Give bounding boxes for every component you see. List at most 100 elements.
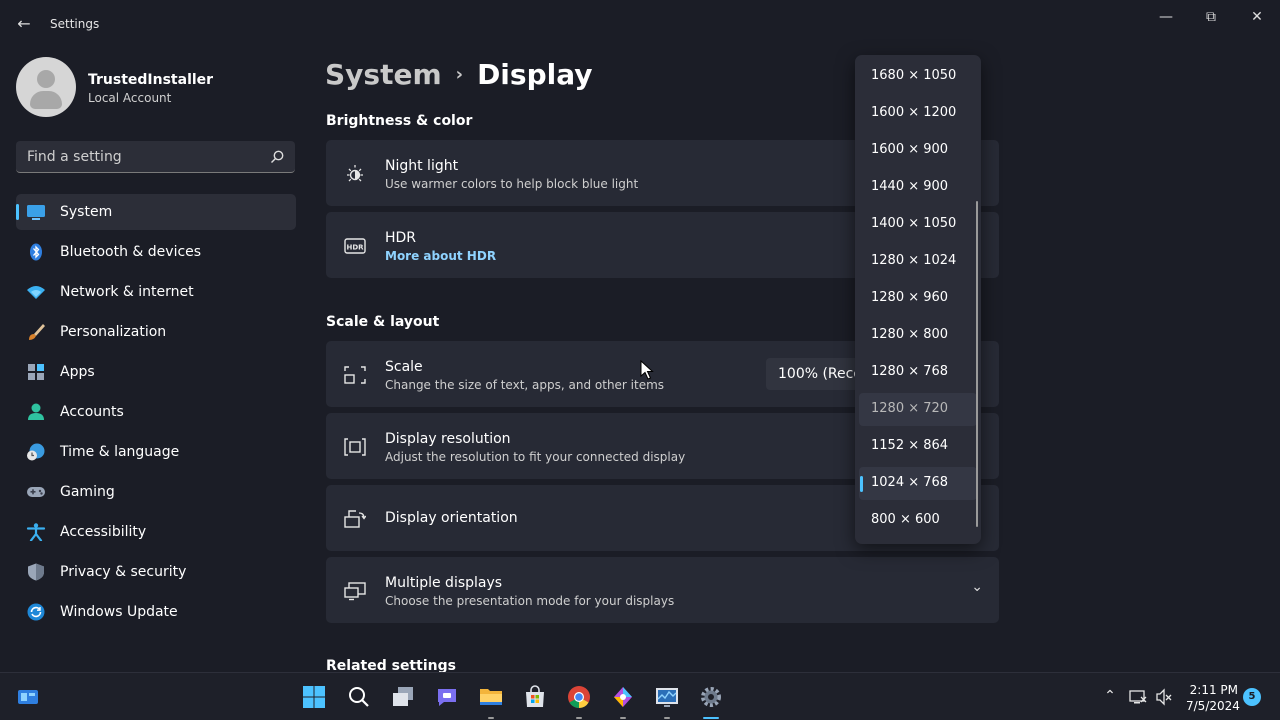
hdr-icon: HDR — [344, 238, 366, 254]
microsoft-store-icon[interactable] — [523, 685, 547, 709]
search-placeholder: Find a setting — [27, 149, 122, 165]
volume-muted-icon[interactable] — [1155, 688, 1173, 706]
sidebar-item-personalization[interactable]: Personalization — [16, 314, 296, 350]
notification-badge[interactable]: 5 — [1243, 688, 1261, 706]
running-indicator — [664, 717, 670, 719]
avatar-body — [30, 91, 62, 109]
scale-icon — [344, 366, 366, 384]
sidebar-item-label: Bluetooth & devices — [60, 244, 202, 260]
sidebar-item-time-language[interactable]: Time & language — [16, 434, 296, 470]
breadcrumb-system[interactable]: System — [325, 58, 442, 91]
resolution-option[interactable]: 800 × 600 — [859, 504, 977, 537]
multiple-displays-subtitle: Choose the presentation mode for your di… — [385, 594, 675, 608]
file-explorer-icon[interactable] — [479, 685, 503, 709]
sidebar-item-accounts[interactable]: Accounts — [16, 394, 296, 430]
close-button[interactable]: ✕ — [1234, 6, 1280, 28]
breadcrumb-chevron-icon: › — [455, 64, 464, 85]
multiple-displays-card[interactable]: Multiple displays Choose the presentatio… — [326, 557, 999, 623]
resolution-dropdown-list[interactable]: 1680 × 1050 1600 × 1200 1600 × 900 1440 … — [855, 55, 981, 544]
resolution-option-label: 1152 × 864 — [871, 438, 949, 453]
resolution-option[interactable]: 1152 × 864 — [859, 430, 977, 463]
sidebar-item-bluetooth[interactable]: Bluetooth & devices — [16, 234, 296, 270]
resolution-option[interactable]: 1600 × 1200 — [859, 97, 977, 130]
resolution-option-label: 1280 × 800 — [871, 327, 949, 342]
sidebar-item-accessibility[interactable]: Accessibility — [16, 514, 296, 550]
sidebar-item-label: Gaming — [60, 484, 115, 500]
teams-chat-icon[interactable] — [435, 685, 459, 709]
apps-icon — [28, 364, 44, 380]
selection-indicator — [860, 476, 863, 492]
resource-monitor-icon[interactable] — [655, 685, 679, 709]
orientation-title: Display orientation — [385, 510, 518, 526]
copilot-icon[interactable] — [611, 685, 635, 709]
clock-date: 7/5/2024 — [1186, 699, 1240, 713]
chrome-icon[interactable] — [567, 685, 591, 709]
resolution-option-label: 1680 × 1050 — [871, 68, 957, 83]
task-view-icon[interactable] — [391, 685, 415, 709]
section-scale-layout: Scale & layout — [326, 314, 440, 330]
brush-icon — [29, 324, 45, 340]
resolution-subtitle: Adjust the resolution to fit your connec… — [385, 450, 686, 464]
widgets-icon[interactable] — [16, 685, 40, 709]
resolution-option[interactable]: 1280 × 800 — [859, 319, 977, 352]
hdr-link[interactable]: More about HDR — [385, 249, 496, 263]
resolution-option[interactable]: 1280 × 768 — [859, 356, 977, 389]
windows-start-icon[interactable] — [302, 685, 326, 709]
scale-title: Scale — [385, 359, 423, 375]
sidebar-item-windows-update[interactable]: Windows Update — [16, 594, 296, 630]
settings-icon[interactable] — [699, 685, 723, 709]
sidebar-item-system[interactable]: System — [16, 194, 296, 230]
selection-indicator — [16, 204, 19, 220]
search-icon[interactable] — [347, 685, 371, 709]
search-icon[interactable] — [269, 149, 285, 165]
resolution-option-label: 1440 × 900 — [871, 179, 949, 194]
search-input[interactable]: Find a setting — [16, 141, 295, 173]
resolution-option-label: 1600 × 900 — [871, 142, 949, 157]
resolution-option-selected[interactable]: 1024 × 768 — [859, 467, 977, 500]
section-brightness-color: Brightness & color — [326, 113, 473, 129]
resolution-icon — [344, 438, 366, 456]
resolution-option[interactable]: 1600 × 900 — [859, 134, 977, 167]
resolution-option-hovered[interactable]: 1280 × 720 — [859, 393, 977, 426]
resolution-option[interactable]: 1440 × 900 — [859, 171, 977, 204]
resolution-option-label: 1280 × 960 — [871, 290, 949, 305]
minimize-button[interactable]: — — [1143, 6, 1189, 28]
resolution-option[interactable]: 1400 × 1050 — [859, 208, 977, 241]
back-button[interactable]: ← — [10, 12, 38, 36]
breadcrumb: System › Display — [325, 58, 593, 91]
resolution-option-label: 1280 × 768 — [871, 364, 949, 379]
chevron-down-icon[interactable]: ⌄ — [971, 579, 983, 595]
hdr-icon-text: HDR — [346, 244, 364, 252]
running-indicator — [488, 717, 494, 719]
sidebar-item-network[interactable]: Network & internet — [16, 274, 296, 310]
network-icon[interactable] — [1129, 688, 1147, 706]
resolution-title: Display resolution — [385, 431, 511, 447]
accessibility-icon — [26, 523, 46, 541]
sidebar-item-gaming[interactable]: Gaming — [16, 474, 296, 510]
running-indicator — [620, 717, 626, 719]
sidebar-item-privacy-security[interactable]: Privacy & security — [16, 554, 296, 590]
page-title: Display — [477, 58, 593, 91]
sidebar-item-apps[interactable]: Apps — [16, 354, 296, 390]
resolution-option-label: 1280 × 720 — [871, 401, 949, 416]
sidebar-item-label: Time & language — [60, 444, 180, 460]
resolution-option[interactable]: 1680 × 1050 — [859, 60, 977, 93]
taskbar-clock[interactable]: 2:11 PM 7/5/2024 — [1186, 682, 1240, 714]
resolution-option[interactable]: 1280 × 1024 — [859, 245, 977, 278]
resolution-option-label: 800 × 600 — [871, 512, 940, 527]
resolution-option[interactable]: 1280 × 960 — [859, 282, 977, 315]
restore-button[interactable]: ⧉ — [1188, 6, 1234, 28]
chevron-up-icon[interactable]: ⌃ — [1101, 688, 1119, 706]
avatar[interactable] — [16, 57, 76, 117]
scale-subtitle: Change the size of text, apps, and other… — [385, 378, 665, 392]
sidebar-nav: System Bluetooth & devices Network & int… — [16, 194, 296, 634]
dropdown-scrollbar[interactable] — [976, 201, 978, 527]
clock-time: 2:11 PM — [1189, 683, 1238, 697]
sidebar-item-label: Apps — [60, 364, 95, 380]
sidebar-item-label: System — [60, 204, 113, 220]
system-icon — [27, 205, 45, 220]
user-name: TrustedInstaller — [88, 72, 214, 88]
sidebar-item-label: Windows Update — [60, 604, 178, 620]
resolution-option-label: 1280 × 1024 — [871, 253, 957, 268]
mouse-cursor-icon — [640, 360, 654, 380]
